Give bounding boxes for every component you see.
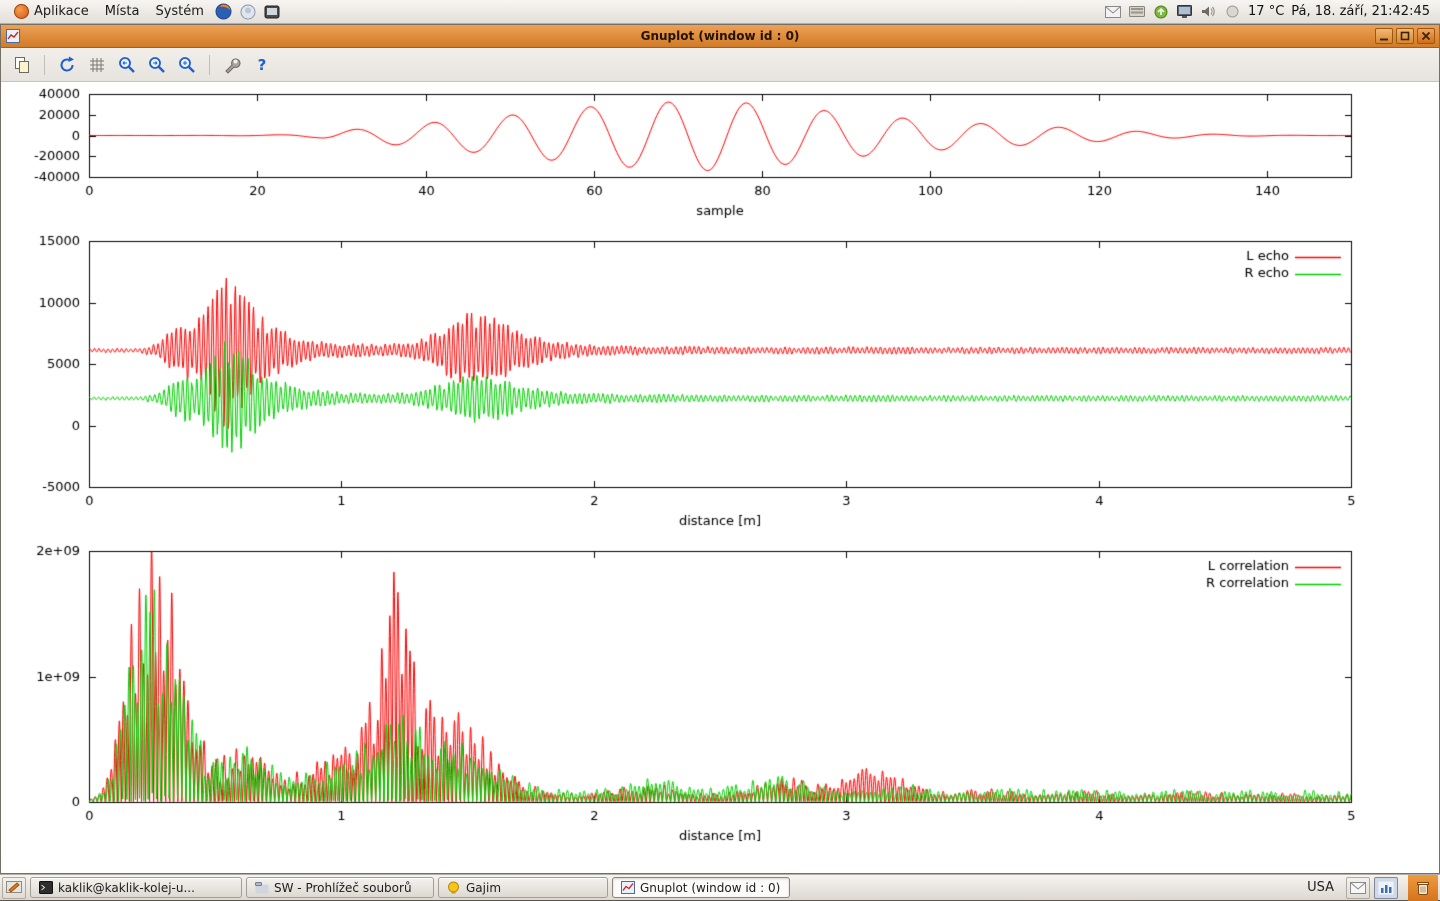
display-icon[interactable] bbox=[1176, 4, 1193, 19]
toolbar: ? bbox=[1, 48, 1439, 82]
taskbar: kaklik@kaklik-kolej-u... SW - Prohlížeč … bbox=[0, 874, 1440, 900]
svg-text:?: ? bbox=[258, 56, 267, 74]
zoom-previous-icon[interactable] bbox=[114, 52, 140, 78]
replot-icon[interactable] bbox=[54, 52, 80, 78]
taskbar-window-label: Gajim bbox=[466, 881, 501, 895]
configure-icon[interactable] bbox=[219, 52, 245, 78]
titlebar[interactable]: Gnuplot (window id : 0) bbox=[1, 25, 1439, 48]
clock[interactable]: Pá, 18. září, 21:42:45 bbox=[1291, 4, 1430, 19]
taskbar-window-label: SW - Prohlížeč souborů bbox=[274, 881, 412, 895]
file-manager-icon bbox=[254, 881, 269, 895]
autoscale-icon[interactable] bbox=[174, 52, 200, 78]
menu-places-label: Místa bbox=[105, 4, 140, 19]
chart-correlation[interactable] bbox=[1, 539, 1439, 854]
copy-icon[interactable] bbox=[9, 52, 35, 78]
menu-applications-label: Aplikace bbox=[34, 4, 89, 19]
taskbar-window-file-manager[interactable]: SW - Prohlížeč souborů bbox=[246, 877, 434, 898]
updates-icon[interactable] bbox=[1152, 4, 1169, 19]
taskbar-window-gnuplot[interactable]: Gnuplot (window id : 0) bbox=[612, 877, 790, 898]
chart-sample-waveform[interactable] bbox=[1, 82, 1439, 229]
toolbar-separator bbox=[44, 55, 45, 75]
weather-icon bbox=[1224, 4, 1241, 19]
help-icon[interactable] bbox=[239, 3, 257, 21]
toolbar-separator bbox=[209, 55, 210, 75]
show-desktop-icon[interactable] bbox=[2, 877, 26, 899]
taskbar-window-label: kaklik@kaklik-kolej-u... bbox=[58, 881, 195, 895]
gnuplot-window-icon bbox=[5, 28, 21, 44]
chart-echo[interactable] bbox=[1, 229, 1439, 539]
help-icon[interactable]: ? bbox=[249, 52, 275, 78]
close-button[interactable] bbox=[1417, 28, 1435, 44]
temperature-indicator[interactable]: 17 °C bbox=[1248, 4, 1284, 19]
taskbar-window-terminal[interactable]: kaklik@kaklik-kolej-u... bbox=[30, 877, 242, 898]
plot-area bbox=[1, 82, 1439, 873]
window-title: Gnuplot (window id : 0) bbox=[1, 29, 1439, 43]
menu-places[interactable]: Místa bbox=[97, 0, 148, 24]
window-buttons bbox=[1375, 28, 1435, 44]
menu-system[interactable]: Systém bbox=[147, 0, 211, 24]
top-panel: Aplikace Místa Systém 17 °C bbox=[0, 0, 1440, 24]
gnuplot-window: Gnuplot (window id : 0) bbox=[0, 24, 1440, 874]
chart-tray-icon[interactable] bbox=[1374, 877, 1398, 899]
menu-system-label: Systém bbox=[155, 4, 203, 19]
ubuntu-logo-icon bbox=[14, 4, 29, 19]
trash-icon[interactable] bbox=[1408, 875, 1438, 901]
taskbar-window-label: Gnuplot (window id : 0) bbox=[640, 881, 780, 895]
gnuplot-icon bbox=[620, 881, 635, 895]
panel-tray: 17 °C Pá, 18. září, 21:42:45 bbox=[1104, 4, 1434, 19]
volume-icon[interactable] bbox=[1200, 4, 1217, 19]
grid-icon[interactable] bbox=[84, 52, 110, 78]
firefox-icon[interactable] bbox=[215, 3, 233, 21]
gajim-icon bbox=[446, 881, 461, 895]
minimize-button[interactable] bbox=[1375, 28, 1393, 44]
mail-icon[interactable] bbox=[1104, 4, 1121, 19]
zoom-next-icon[interactable] bbox=[144, 52, 170, 78]
keyboard-layout-indicator[interactable]: USA bbox=[1299, 880, 1342, 895]
taskbar-window-gajim[interactable]: Gajim bbox=[438, 877, 608, 898]
menu-applications[interactable]: Aplikace bbox=[6, 0, 97, 24]
keyboard-icon[interactable] bbox=[1128, 4, 1145, 19]
terminal-icon bbox=[38, 881, 53, 895]
mail-tray-icon[interactable] bbox=[1346, 877, 1370, 899]
maximize-button[interactable] bbox=[1396, 28, 1414, 44]
screenshot-icon[interactable] bbox=[263, 3, 281, 21]
